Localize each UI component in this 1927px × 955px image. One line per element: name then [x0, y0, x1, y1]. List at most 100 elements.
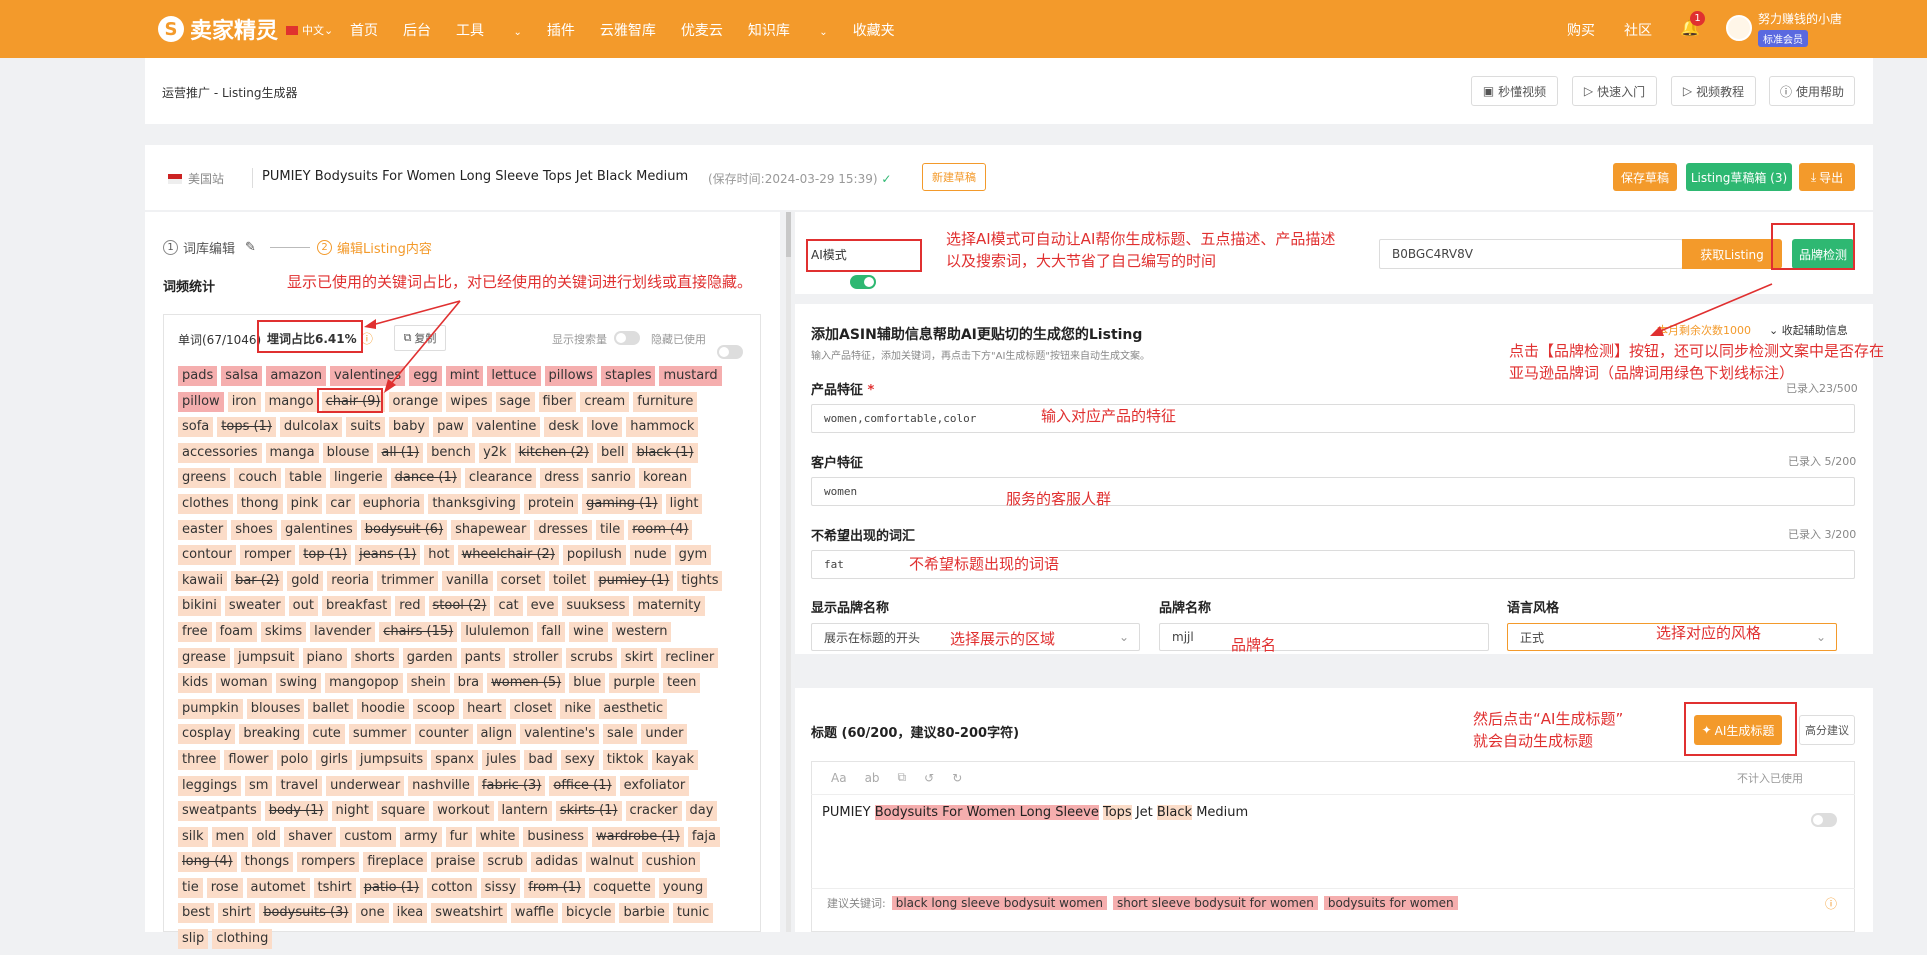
keyword-chip[interactable]: skirts (1)	[555, 801, 622, 822]
keyword-chip[interactable]: white	[475, 826, 520, 847]
keyword-chip[interactable]: leggings	[178, 775, 241, 796]
keyword-chip[interactable]: furniture	[633, 391, 698, 412]
keyword-chip[interactable]: purple	[609, 673, 660, 694]
keyword-chip[interactable]: free	[178, 621, 212, 642]
avatar[interactable]	[1726, 15, 1752, 41]
help-icon[interactable]: ⓘ	[1825, 895, 1837, 912]
step-2[interactable]: 2 编辑Listing内容	[317, 238, 432, 257]
keyword-chip[interactable]: korean	[639, 468, 692, 489]
keyword-chip[interactable]: cream	[580, 391, 630, 412]
keyword-chip[interactable]: from (1)	[524, 877, 586, 898]
keyword-chip[interactable]: swing	[275, 673, 322, 694]
keyword-chip[interactable]: clothing	[212, 929, 273, 950]
keyword-chip[interactable]: garden	[402, 647, 457, 668]
edit-icon[interactable]: ✎	[245, 240, 256, 255]
nav-home[interactable]: 首页	[350, 20, 378, 40]
keyword-chip[interactable]: sweater	[224, 596, 285, 617]
keyword-chip[interactable]: three	[178, 749, 221, 770]
keyword-chip[interactable]: reoria	[327, 570, 374, 591]
keyword-chip[interactable]: skirt	[620, 647, 658, 668]
keyword-chip[interactable]: shaver	[284, 826, 337, 847]
keyword-chip[interactable]: bad	[524, 749, 557, 770]
keyword-chip[interactable]: baby	[388, 417, 430, 438]
step-1[interactable]: 1 词库编辑 ✎	[163, 238, 256, 257]
keyword-chip[interactable]: pumpkin	[178, 698, 243, 719]
keyword-chip[interactable]: fall	[537, 621, 566, 642]
keyword-chip[interactable]: table	[285, 468, 326, 489]
keyword-chip[interactable]: euphoria	[358, 493, 425, 514]
keyword-chip[interactable]: tights	[677, 570, 723, 591]
keyword-chip[interactable]: shein	[406, 673, 450, 694]
buy-link[interactable]: 购买	[1567, 20, 1595, 40]
keyword-chip[interactable]: lingerie	[330, 468, 387, 489]
keyword-chip[interactable]: dress	[540, 468, 584, 489]
keyword-chip[interactable]: cushion	[641, 852, 701, 873]
keyword-chip[interactable]: bar (2)	[231, 570, 284, 591]
keyword-chip[interactable]: blouse	[322, 442, 374, 463]
keyword-chip[interactable]: wine	[569, 621, 608, 642]
keyword-chip[interactable]: piano	[302, 647, 347, 668]
keyword-chip[interactable]: heart	[463, 698, 506, 719]
keyword-chip[interactable]: staples	[601, 366, 656, 386]
product-feature-input[interactable]: women,comfortable,color	[811, 404, 1855, 433]
keyword-chip[interactable]: fur	[445, 826, 472, 847]
keyword-chip[interactable]: easter	[178, 519, 228, 540]
scrollbar-thumb[interactable]	[786, 212, 791, 257]
keyword-chip[interactable]: black (1)	[632, 442, 698, 463]
nav-plugins[interactable]: 插件	[547, 20, 575, 40]
keyword-chip[interactable]: nude	[629, 545, 671, 566]
keyword-chip[interactable]: bikini	[178, 596, 221, 617]
keyword-chip[interactable]: cosplay	[178, 724, 236, 745]
keyword-chip[interactable]: accessories	[178, 442, 262, 463]
keyword-chip[interactable]: kitchen (2)	[514, 442, 593, 463]
keyword-chip[interactable]: kawaii	[178, 570, 228, 591]
keyword-chip[interactable]: lantern	[497, 801, 552, 822]
keyword-chip[interactable]: business	[523, 826, 589, 847]
save-draft-button[interactable]: 保存草稿	[1613, 163, 1677, 191]
keyword-chip[interactable]: jules	[482, 749, 521, 770]
lowercase-button[interactable]: ab	[865, 771, 880, 785]
keyword-chip[interactable]: pants	[460, 647, 505, 668]
keyword-chip[interactable]: mustard	[659, 366, 722, 386]
keyword-chip[interactable]: mango	[264, 391, 318, 412]
keyword-chip[interactable]: tshirt	[313, 877, 356, 898]
keyword-chip[interactable]: top (1)	[299, 545, 352, 566]
keyword-chip[interactable]: valentine	[471, 417, 541, 438]
keyword-chip[interactable]: chairs (15)	[379, 621, 458, 642]
keyword-chip[interactable]: corset	[496, 570, 545, 591]
redo-icon[interactable]: ↻	[952, 771, 962, 785]
keyword-chip[interactable]: dresses	[534, 519, 592, 540]
keyword-chip[interactable]: girls	[316, 749, 352, 770]
keyword-chip[interactable]: exfoliator	[619, 775, 690, 796]
exclude-toggle[interactable]	[1811, 813, 1837, 827]
keyword-chip[interactable]: bra	[453, 673, 484, 694]
keyword-chip[interactable]: pink	[286, 493, 323, 514]
keyword-chip[interactable]: car	[326, 493, 355, 514]
keyword-chip[interactable]: lululemon	[461, 621, 534, 642]
keyword-chip[interactable]: men	[211, 826, 249, 847]
keyword-chip[interactable]: army	[400, 826, 442, 847]
keyword-chip[interactable]: one	[356, 903, 389, 924]
keyword-chip[interactable]: sage	[495, 391, 535, 412]
keyword-chip[interactable]: silk	[178, 826, 208, 847]
keyword-chip[interactable]: pumiey (1)	[594, 570, 674, 591]
keyword-chip[interactable]: kayak	[651, 749, 699, 770]
scrollbar[interactable]	[786, 212, 791, 932]
keyword-chip[interactable]: fiber	[538, 391, 577, 412]
keyword-chip[interactable]: maternity	[633, 596, 705, 617]
fetch-listing-button[interactable]: 获取Listing	[1682, 239, 1782, 269]
keyword-chip[interactable]: polo	[276, 749, 313, 770]
keyword-chip[interactable]: night	[331, 801, 373, 822]
keyword-chip[interactable]: desk	[544, 417, 583, 438]
keyword-chip[interactable]: square	[376, 801, 430, 822]
keyword-chip[interactable]: flower	[224, 749, 273, 770]
keyword-chip[interactable]: romper	[239, 545, 296, 566]
keyword-chip[interactable]: cute	[308, 724, 345, 745]
keyword-chip[interactable]: tunic	[672, 903, 714, 924]
keyword-chip[interactable]: salsa	[221, 366, 263, 386]
keyword-chip[interactable]: aesthetic	[599, 698, 668, 719]
keyword-chip[interactable]: long (4)	[178, 852, 237, 873]
keyword-chip[interactable]: waffle	[510, 903, 558, 924]
keyword-chip[interactable]: thong	[236, 493, 283, 514]
keyword-chip[interactable]: woman	[216, 673, 272, 694]
